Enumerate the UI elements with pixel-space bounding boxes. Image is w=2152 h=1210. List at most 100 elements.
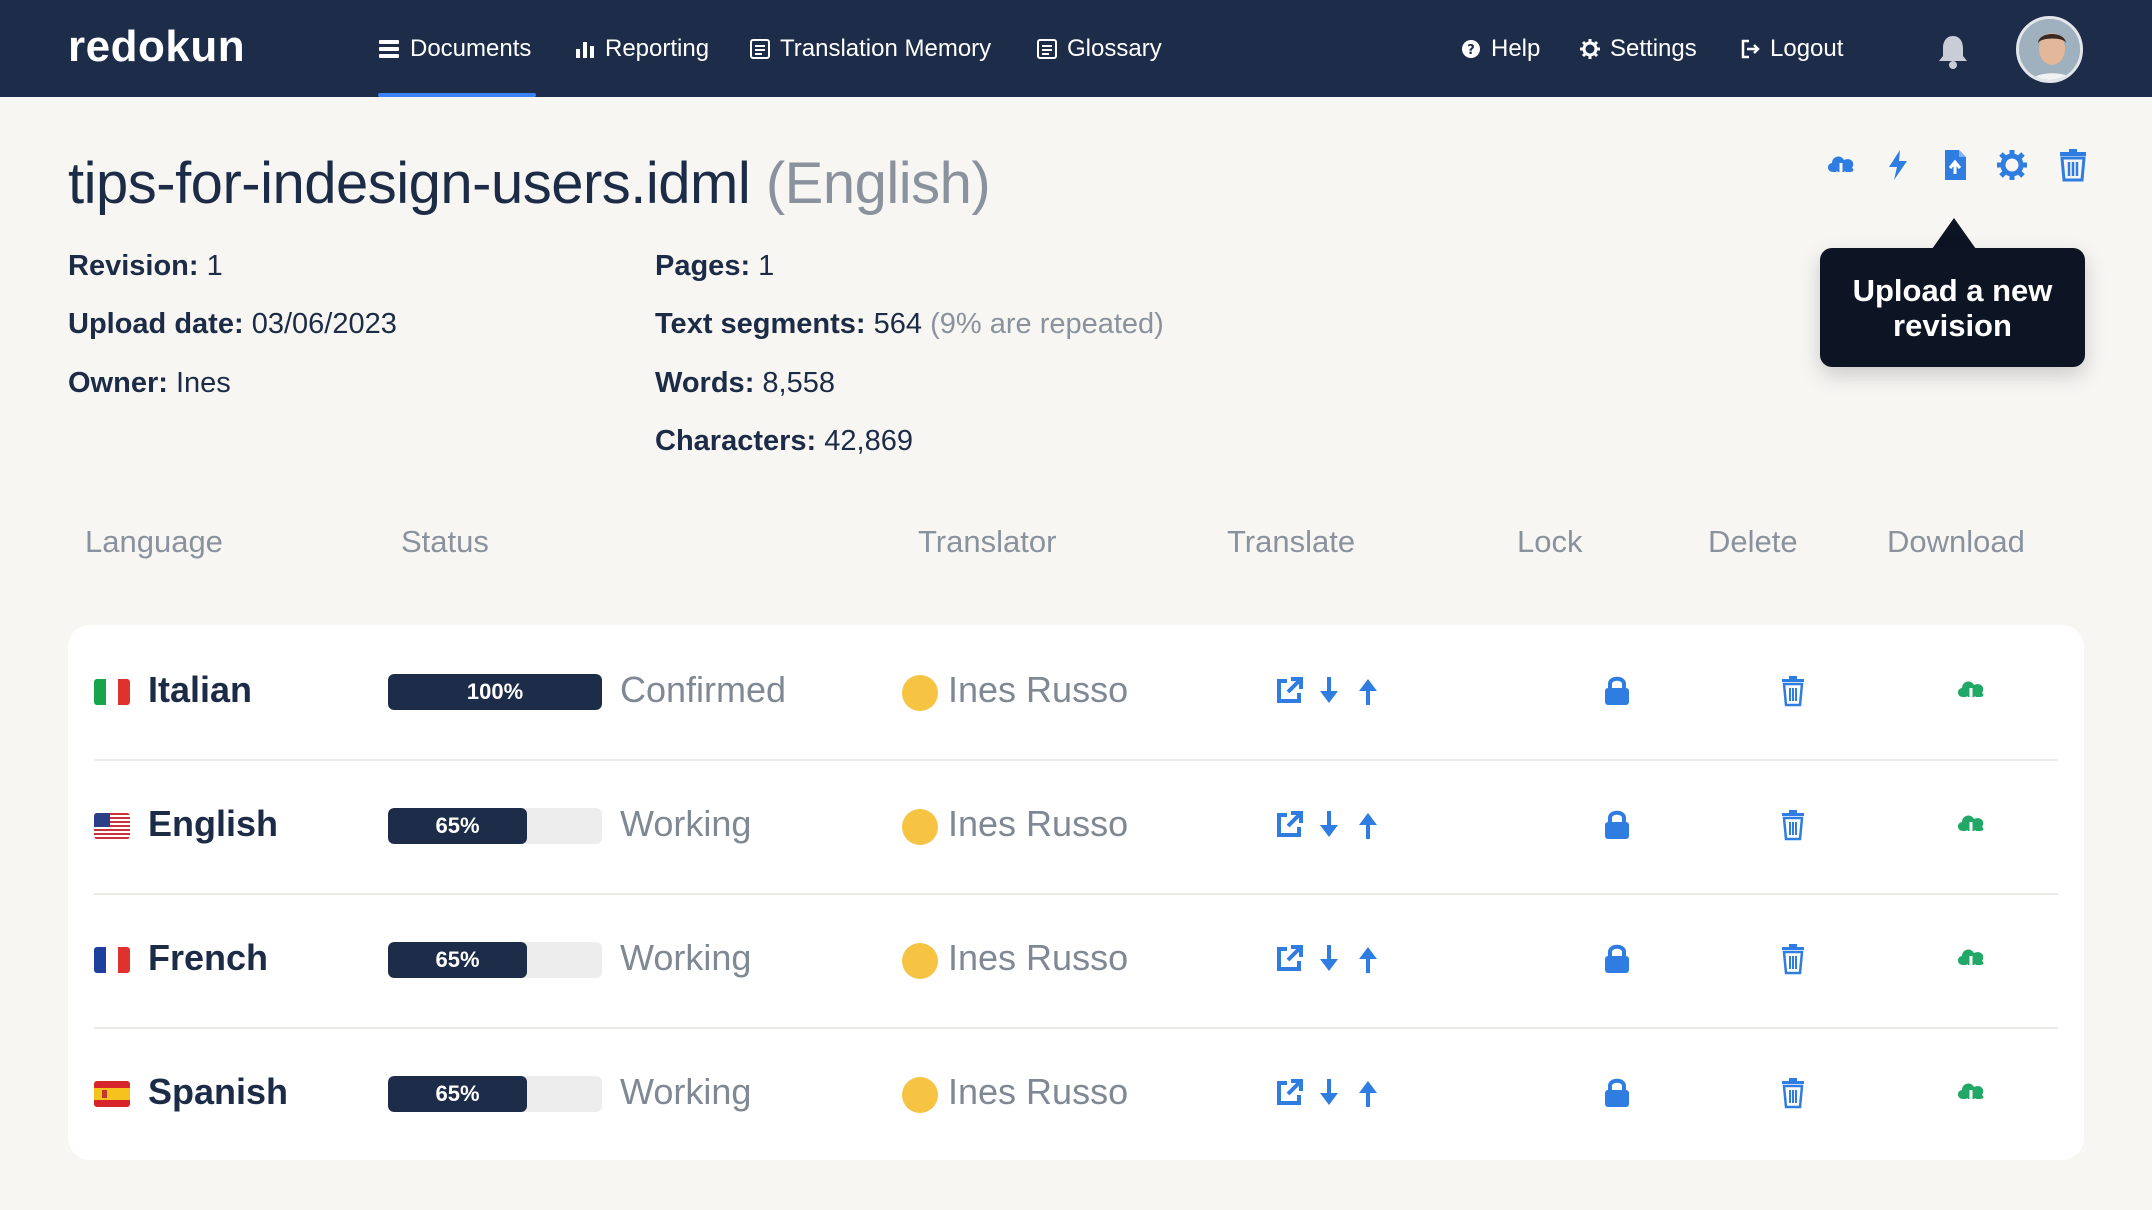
meta-owner-label: Owner: — [68, 367, 168, 399]
open-editor-icon[interactable] — [1273, 1077, 1305, 1109]
progress-label: 100% — [466, 679, 524, 704]
nav-item-logout[interactable]: Logout — [1740, 0, 1843, 97]
open-editor-icon[interactable] — [1273, 943, 1305, 975]
column-header-lock: Lock — [1517, 524, 1583, 559]
upload-arrow-icon[interactable] — [1357, 675, 1379, 707]
memory-icon — [750, 38, 770, 59]
translator-name[interactable]: Ines Russo — [948, 803, 1128, 845]
upload-arrow-icon[interactable] — [1357, 1077, 1379, 1109]
column-header-status: Status — [401, 524, 489, 559]
meta-pages-label: Pages: — [655, 250, 751, 282]
download-arrow-icon[interactable] — [1318, 943, 1340, 975]
france-flag-icon — [94, 947, 130, 973]
table-row: English 65% Working Ines Russo — [68, 759, 2084, 893]
translator-name[interactable]: Ines Russo — [948, 1071, 1128, 1113]
documents-icon — [379, 39, 399, 58]
top-nav-bar: redokun Documents Reporting Translation … — [0, 0, 2152, 97]
italy-flag-icon — [94, 679, 130, 705]
column-header-translator: Translator — [918, 524, 1057, 559]
meta-upload-date-label: Upload date: — [68, 308, 244, 340]
download-arrow-icon[interactable] — [1318, 809, 1340, 841]
spain-flag-icon — [94, 1081, 130, 1107]
cloud-download-icon[interactable] — [1954, 809, 1988, 841]
nav-item-documents[interactable]: Documents — [378, 0, 531, 97]
status-text: Working — [620, 1071, 752, 1112]
translator-avatar-dot — [902, 1077, 938, 1113]
document-filename: tips-for-indesign-users.idml — [68, 151, 751, 216]
column-header-download: Download — [1887, 524, 2025, 559]
language-name[interactable]: English — [148, 803, 278, 845]
user-avatar[interactable] — [2016, 16, 2083, 83]
translator-avatar-dot — [902, 943, 938, 979]
lock-icon[interactable] — [1602, 943, 1632, 975]
status-text: Confirmed — [620, 669, 787, 710]
tooltip-arrow — [1932, 218, 1976, 249]
nav-label-reporting: Reporting — [605, 34, 710, 62]
cloud-download-icon[interactable] — [1954, 1077, 1988, 1109]
trash-icon[interactable] — [2056, 148, 2090, 182]
svg-text:?: ? — [1467, 43, 1475, 58]
meta-characters-value: 42,869 — [824, 425, 913, 457]
trash-icon[interactable] — [1780, 1077, 1806, 1109]
languages-table: Italian 100% Confirmed Ines Russo Englis… — [68, 625, 2084, 1160]
nav-item-translation-memory[interactable]: Translation Memory — [750, 0, 991, 97]
nav-item-settings[interactable]: Settings — [1580, 0, 1697, 97]
trash-icon[interactable] — [1780, 943, 1806, 975]
nav-label-settings: Settings — [1610, 34, 1697, 62]
meta-upload-date-value: 03/06/2023 — [251, 308, 397, 340]
meta-words: Words: 8,558 — [655, 367, 835, 400]
bell-icon[interactable] — [1937, 33, 1969, 69]
nav-item-reporting[interactable]: Reporting — [575, 0, 709, 97]
meta-revision-value: 1 — [206, 250, 223, 282]
trash-icon[interactable] — [1780, 675, 1806, 707]
table-row: French 65% Working Ines Russo — [68, 893, 2084, 1027]
download-arrow-icon[interactable] — [1318, 675, 1340, 707]
bar-chart-icon — [576, 41, 594, 58]
lock-icon[interactable] — [1602, 675, 1632, 707]
brand-logo[interactable]: redokun — [68, 22, 245, 72]
nav-label-documents: Documents — [410, 34, 532, 62]
upload-file-icon[interactable] — [1938, 148, 1972, 182]
upload-arrow-icon[interactable] — [1357, 809, 1379, 841]
gear-icon — [1580, 38, 1600, 59]
upload-revision-tooltip: Upload a new revision — [1820, 248, 2085, 367]
meta-words-value: 8,558 — [762, 367, 835, 399]
trash-icon[interactable] — [1780, 809, 1806, 841]
lock-icon[interactable] — [1602, 1077, 1632, 1109]
meta-segments-label: Text segments: — [655, 308, 866, 340]
cloud-download-icon[interactable] — [1954, 675, 1988, 707]
gear-icon[interactable] — [1995, 148, 2029, 182]
glossary-icon — [1037, 38, 1057, 59]
language-name[interactable]: Italian — [148, 669, 252, 711]
cloud-download-icon[interactable] — [1824, 148, 1858, 182]
open-editor-icon[interactable] — [1273, 675, 1305, 707]
translator-name[interactable]: Ines Russo — [948, 937, 1128, 979]
meta-characters-label: Characters: — [655, 425, 817, 457]
translator-name[interactable]: Ines Russo — [948, 669, 1128, 711]
column-header-language: Language — [85, 524, 223, 559]
translator-avatar-dot — [902, 675, 938, 711]
meta-revision: Revision: 1 — [68, 250, 223, 283]
meta-segments-note: (9% are repeated) — [930, 308, 1164, 340]
status-text: Working — [620, 803, 752, 844]
language-name[interactable]: Spanish — [148, 1071, 288, 1113]
nav-label-help: Help — [1491, 34, 1541, 62]
avatar-image — [2019, 19, 2080, 80]
lock-icon[interactable] — [1602, 809, 1632, 841]
nav-item-glossary[interactable]: Glossary — [1037, 0, 1162, 97]
nav-label-glossary: Glossary — [1067, 34, 1162, 62]
help-icon: ? — [1462, 39, 1480, 58]
download-arrow-icon[interactable] — [1318, 1077, 1340, 1109]
language-name[interactable]: French — [148, 937, 268, 979]
open-editor-icon[interactable] — [1273, 809, 1305, 841]
tooltip-line-1: Upload a new — [1852, 273, 2053, 308]
nav-item-help[interactable]: ? Help — [1461, 0, 1540, 97]
progress-label: 65% — [435, 1081, 480, 1106]
lightning-icon[interactable] — [1881, 148, 1915, 182]
progress-bar: 65% — [388, 1076, 602, 1112]
upload-arrow-icon[interactable] — [1357, 943, 1379, 975]
column-header-translate: Translate — [1227, 524, 1356, 559]
meta-upload-date: Upload date: 03/06/2023 — [68, 308, 397, 341]
meta-characters: Characters: 42,869 — [655, 425, 913, 458]
cloud-download-icon[interactable] — [1954, 943, 1988, 975]
